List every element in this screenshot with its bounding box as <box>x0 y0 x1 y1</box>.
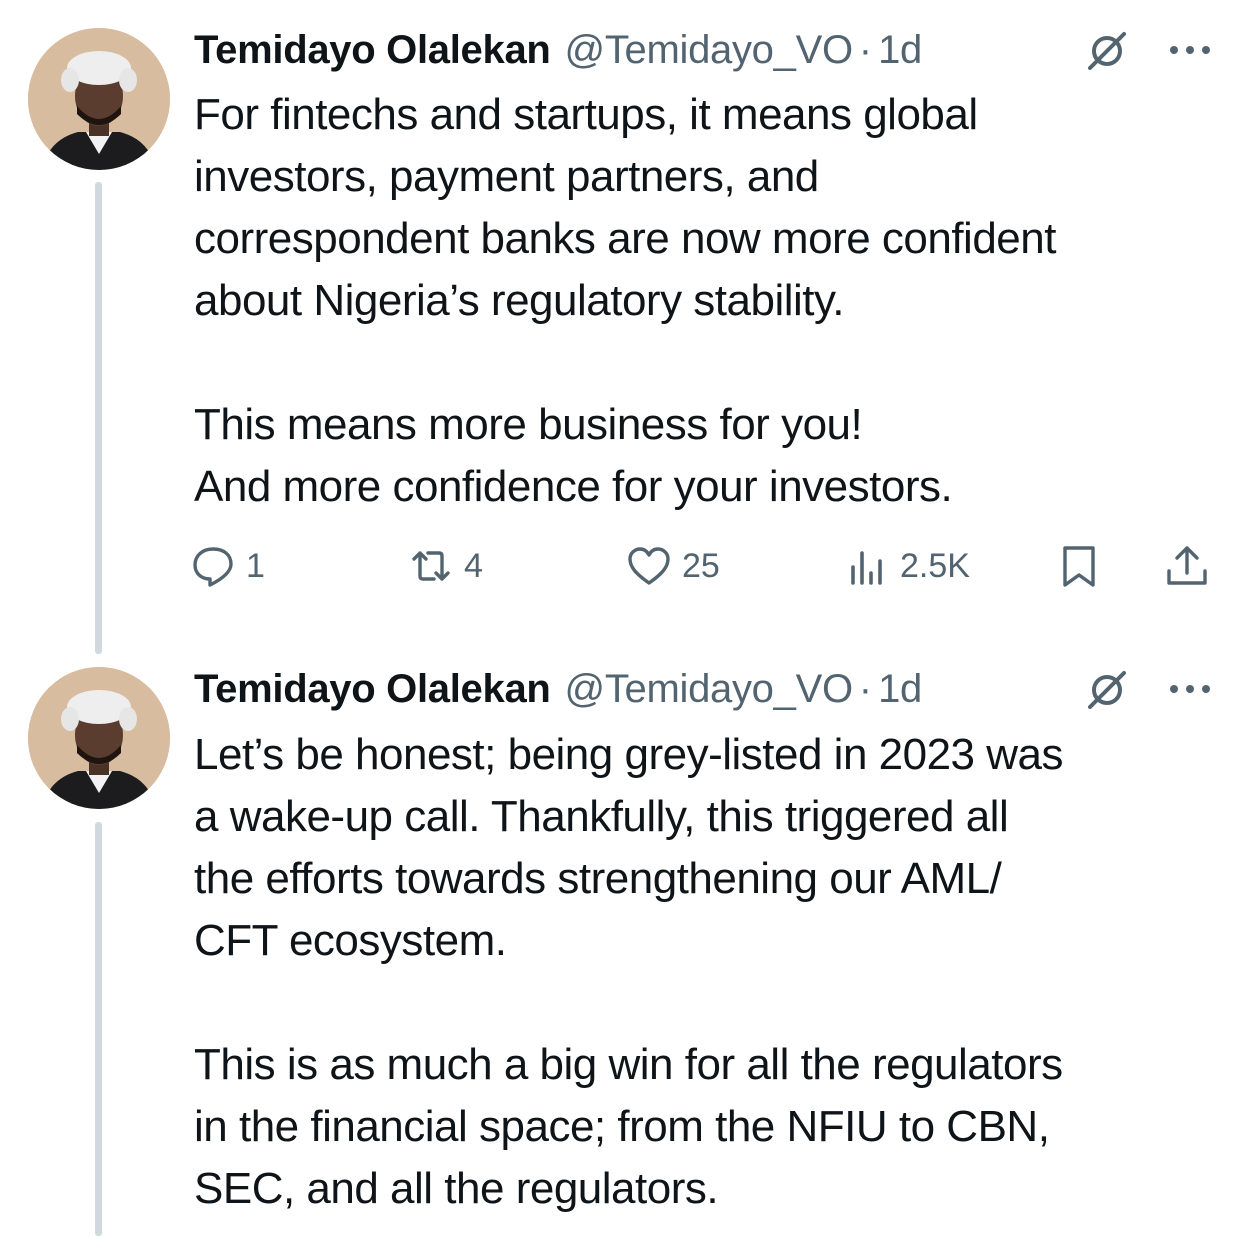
avatar[interactable] <box>28 28 170 170</box>
thread-connector <box>95 182 102 654</box>
tweet-header: Temidayo Olalekan @Temidayo_VO · 1d <box>194 20 1218 80</box>
bookmark-button[interactable] <box>1056 536 1102 596</box>
tweet-paragraph: This is as much a big win for all the re… <box>194 1040 1063 1213</box>
repost-count: 4 <box>464 546 483 585</box>
author-name[interactable]: Temidayo Olalekan <box>194 28 551 73</box>
repost-icon <box>412 551 450 581</box>
tweet[interactable]: Temidayo Olalekan @Temidayo_VO · 1d For … <box>0 0 1242 654</box>
views-button[interactable]: 2.5K <box>844 536 970 596</box>
author-handle[interactable]: @Temidayo_VO <box>565 667 854 712</box>
author-name[interactable]: Temidayo Olalekan <box>194 667 551 712</box>
grok-icon[interactable] <box>1084 667 1130 713</box>
reply-icon <box>193 547 233 587</box>
tweet[interactable]: Temidayo Olalekan @Temidayo_VO · 1d Let’… <box>0 650 1242 1236</box>
avatar[interactable] <box>28 667 170 809</box>
repost-button[interactable]: 4 <box>408 536 483 596</box>
views-icon <box>851 551 882 585</box>
share-icon <box>1167 546 1207 585</box>
heart-icon <box>628 547 670 585</box>
views-count: 2.5K <box>900 546 970 585</box>
tweet-paragraph: For fintechs and startups, it means glob… <box>194 90 1056 325</box>
tweet-header: Temidayo Olalekan @Temidayo_VO · 1d <box>194 659 1218 719</box>
tweet-text: Let’s be honest; being grey-listed in 20… <box>194 724 1224 1220</box>
grok-icon[interactable] <box>1084 28 1130 74</box>
timestamp[interactable]: 1d <box>878 667 922 712</box>
separator-dot: · <box>858 666 873 711</box>
share-button[interactable] <box>1164 536 1210 596</box>
author-handle[interactable]: @Temidayo_VO <box>565 28 854 73</box>
reply-button[interactable]: 1 <box>190 536 265 596</box>
tweet-paragraph: Let’s be honest; being grey-listed in 20… <box>194 730 1064 965</box>
tweet-paragraph: This means more business for you! And mo… <box>194 400 953 511</box>
separator-dot: · <box>858 27 873 72</box>
tweet-actions: 1 4 25 2.5K <box>190 536 1220 596</box>
reply-count: 1 <box>246 546 265 585</box>
thread-connector <box>95 822 102 1236</box>
like-button[interactable]: 25 <box>626 536 720 596</box>
more-icon[interactable] <box>1166 679 1214 699</box>
tweet-text: For fintechs and startups, it means glob… <box>194 84 1224 518</box>
bookmark-icon <box>1063 546 1095 587</box>
timestamp[interactable]: 1d <box>878 28 922 73</box>
like-count: 25 <box>682 546 720 585</box>
more-icon[interactable] <box>1166 40 1214 60</box>
